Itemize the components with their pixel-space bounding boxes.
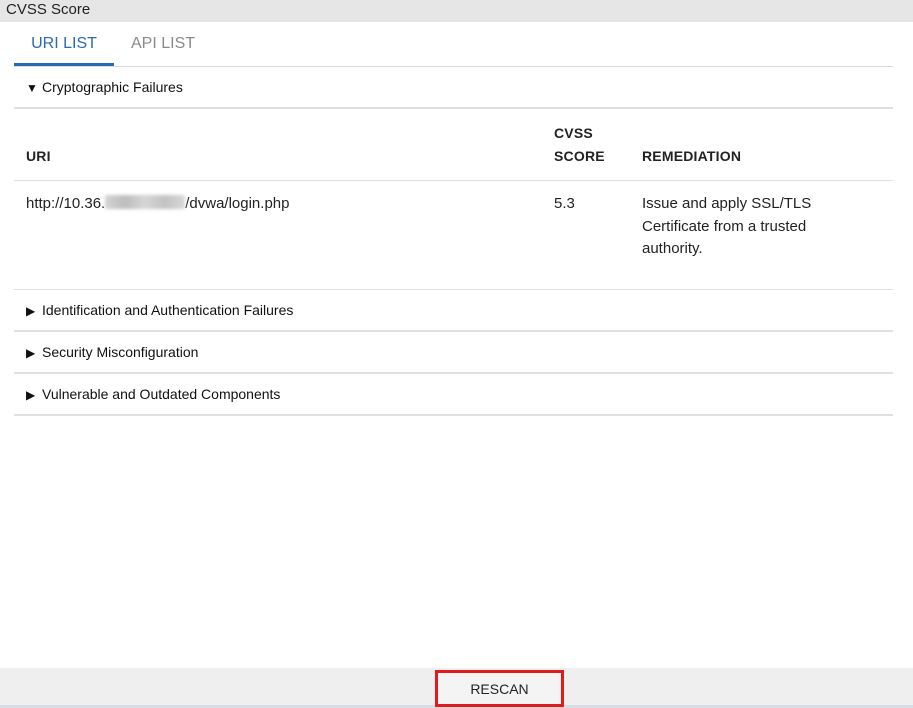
triangle-right-icon: ▶ [26, 346, 36, 360]
divider [14, 414, 893, 416]
window-title: CVSS Score [6, 1, 91, 18]
tab-bar: URI LIST API LIST [14, 23, 893, 67]
divider [14, 107, 893, 109]
section-label: Identification and Authentication Failur… [42, 302, 294, 318]
redacted-region [105, 195, 186, 209]
section-vulnerable-outdated-components[interactable]: ▶ Vulnerable and Outdated Components [14, 374, 893, 414]
column-header-cvss: CVSS [554, 125, 593, 141]
tab-api-list[interactable]: API LIST [114, 23, 212, 65]
column-header-uri: URI [26, 148, 51, 164]
remediation-line: authority. [642, 240, 703, 257]
remediation-line: Issue and apply SSL/TLS [642, 195, 812, 212]
window-titlebar: CVSS Score [0, 0, 913, 22]
table-cell-remediation: Issue and apply SSL/TLS Certificate from… [642, 193, 882, 261]
section-label: Vulnerable and Outdated Components [42, 386, 281, 402]
section-label: Cryptographic Failures [42, 79, 183, 95]
remediation-line: Certificate from a trusted [642, 217, 807, 235]
table-cell-uri: http://10.36. /dvwa/login.php [26, 193, 289, 216]
divider [14, 180, 893, 181]
uri-prefix: http://10.36. [26, 195, 106, 212]
rescan-button[interactable]: RESCAN [435, 670, 564, 707]
column-header-score: SCORE [554, 148, 605, 164]
section-identification-authentication-failures[interactable]: ▶ Identification and Authentication Failu… [14, 290, 893, 330]
section-label: Security Misconfiguration [42, 344, 199, 360]
column-header-remediation: REMEDIATION [642, 148, 742, 164]
tab-uri-list[interactable]: URI LIST [14, 23, 114, 66]
table-cell-score: 5.3 [554, 195, 575, 212]
section-cryptographic-failures[interactable]: ▼ Cryptographic Failures [14, 67, 893, 107]
triangle-down-icon: ▼ [26, 81, 38, 95]
triangle-right-icon: ▶ [26, 388, 36, 402]
uri-suffix: /dvwa/login.php [185, 195, 290, 212]
section-security-misconfiguration[interactable]: ▶ Security Misconfiguration [14, 332, 893, 372]
triangle-right-icon: ▶ [26, 304, 36, 318]
